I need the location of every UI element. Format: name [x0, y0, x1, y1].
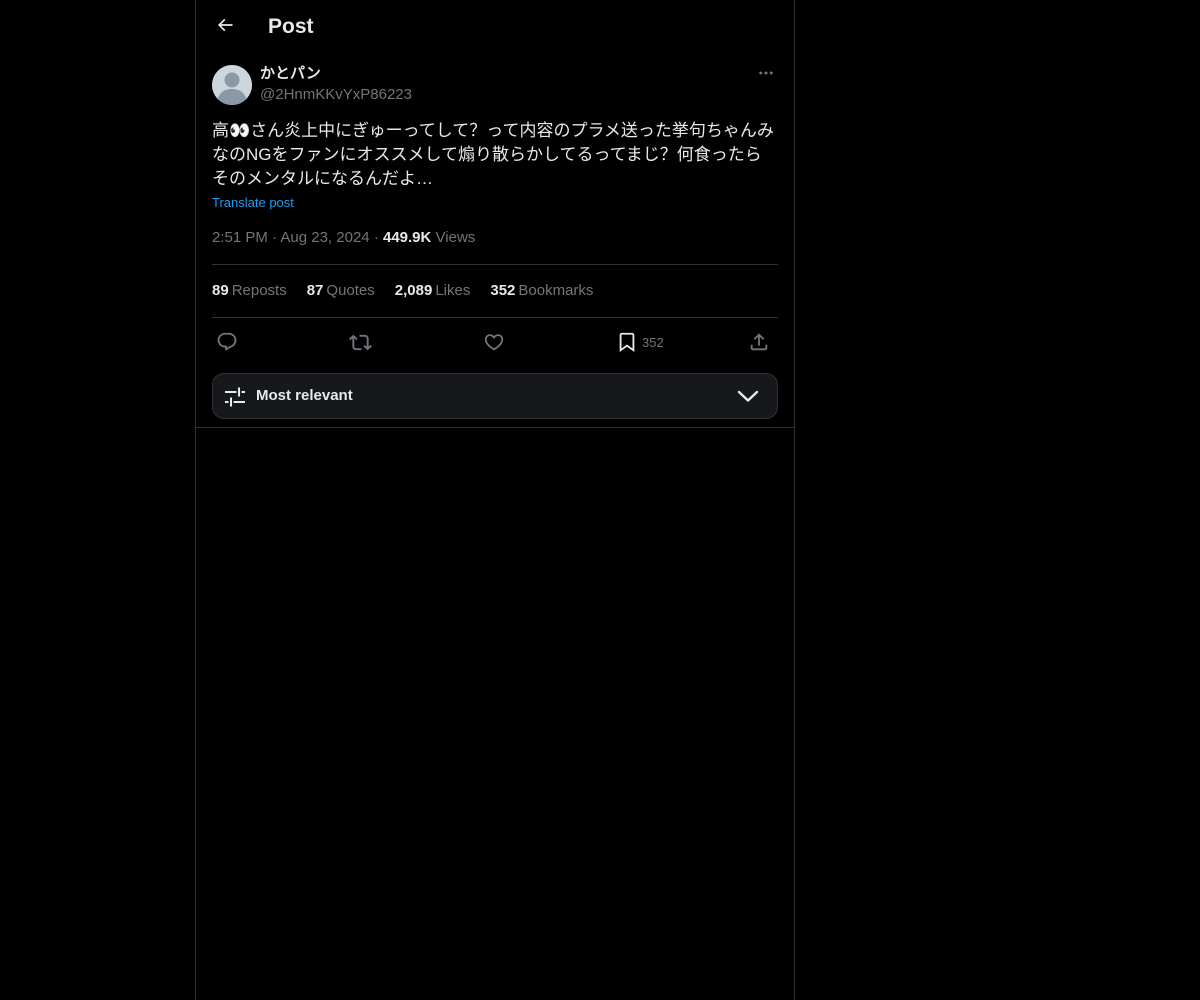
- author-display-name[interactable]: かとパン: [260, 64, 321, 84]
- post-author: かとパン @2HnmKKvYxP86223: [212, 64, 778, 106]
- reply-button[interactable]: [216, 328, 238, 356]
- bookmark-icon: [616, 331, 638, 353]
- reply-icon: [216, 331, 238, 353]
- share-button[interactable]: [748, 328, 770, 356]
- views-count: 449.9K: [382, 229, 432, 246]
- post-text: 高👀さん炎上中にぎゅーってして？って内容のプラメ送った挙句ちゃんみなのNGをファ…: [212, 121, 774, 188]
- section-divider: [196, 427, 794, 428]
- bookmarks-count: 352: [490, 282, 516, 299]
- page-title: Post: [268, 15, 314, 38]
- quotes-stat[interactable]: 87 Quotes: [307, 281, 375, 301]
- post-meta: 2:51 PM · Aug 23, 2024 · 449.9K Views: [212, 228, 475, 248]
- reposts-label: Reposts: [231, 282, 287, 299]
- meta-separator: ·: [373, 229, 379, 246]
- likes-count: 2,089: [394, 282, 433, 299]
- quotes-count: 87: [306, 282, 324, 299]
- like-button[interactable]: [483, 328, 505, 356]
- sort-label: Most relevant: [256, 387, 353, 404]
- bookmark-button[interactable]: 352: [616, 328, 664, 356]
- chevron-down-icon: [737, 387, 759, 410]
- more-options-button[interactable]: [754, 64, 778, 86]
- back-button[interactable]: [209, 11, 241, 43]
- bookmarks-label: Bookmarks: [518, 282, 594, 299]
- translate-post-link[interactable]: Translate post: [212, 194, 294, 212]
- post-time[interactable]: 2:51 PM: [212, 229, 268, 246]
- reposts-stat[interactable]: 89 Reposts: [212, 281, 287, 301]
- ellipsis-icon: [757, 64, 775, 87]
- repost-icon: [349, 331, 372, 354]
- bookmark-count: 352: [642, 334, 664, 350]
- author-handle[interactable]: @2HnmKKvYxP86223: [260, 85, 412, 105]
- bookmarks-stat[interactable]: 352 Bookmarks: [490, 281, 593, 301]
- default-avatar-icon: [212, 65, 252, 105]
- repost-button[interactable]: [349, 328, 372, 356]
- views-label: Views: [435, 229, 476, 246]
- page-header: Post: [196, 0, 794, 54]
- avatar[interactable]: [212, 65, 252, 105]
- post-actions: 352: [212, 328, 778, 356]
- main-column: Post かとパン @2HnmKKvYxP86223 高�: [195, 0, 795, 1000]
- sort-replies-dropdown[interactable]: Most relevant: [212, 373, 778, 419]
- share-icon: [748, 331, 770, 353]
- divider: [212, 264, 778, 265]
- likes-label: Likes: [435, 282, 471, 299]
- meta-separator: ·: [272, 229, 278, 246]
- heart-icon: [483, 331, 505, 353]
- sliders-icon: [223, 385, 247, 414]
- likes-stat[interactable]: 2,089 Likes: [395, 281, 471, 301]
- reposts-count: 89: [212, 282, 229, 299]
- quotes-label: Quotes: [326, 282, 375, 299]
- post-stats: 89 Reposts 87 Quotes 2,089 Likes 352 Bookmar…: [212, 281, 593, 301]
- post-date[interactable]: Aug 23, 2024: [280, 229, 369, 246]
- divider: [212, 317, 778, 318]
- arrow-left-icon: [215, 15, 235, 40]
